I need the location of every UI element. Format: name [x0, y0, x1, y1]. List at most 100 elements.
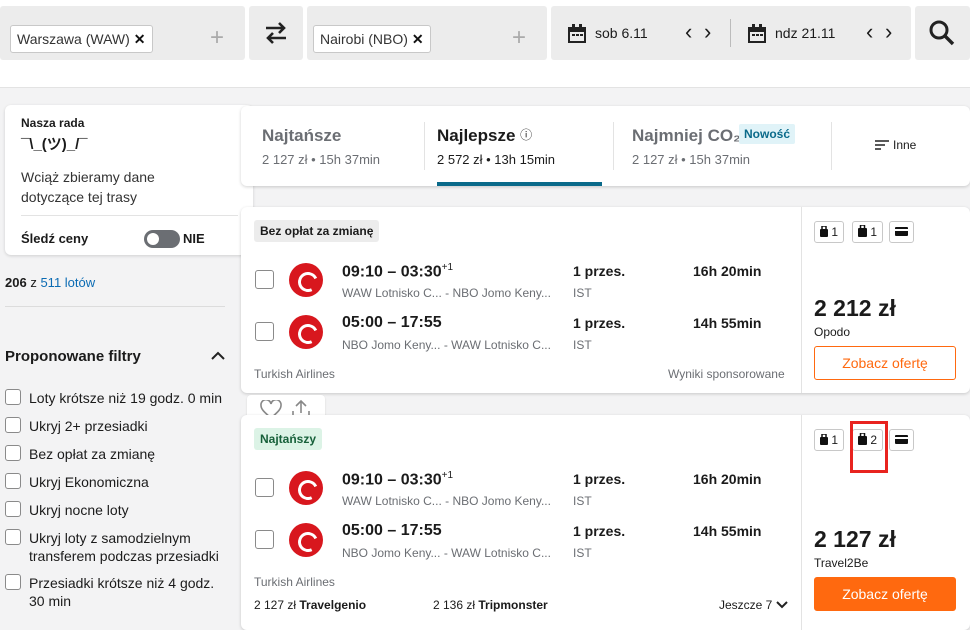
filter-checkbox[interactable] — [5, 529, 21, 545]
add-origin-icon[interactable]: + — [210, 24, 224, 52]
carry-on-badge: 1 — [852, 221, 884, 243]
compare-checkbox[interactable] — [255, 478, 274, 497]
results-shown: 206 — [5, 275, 27, 290]
personal-bag-icon — [820, 225, 828, 237]
price-panel-divider — [801, 415, 802, 630]
filter-checkbox[interactable] — [5, 389, 21, 405]
tab-subtitle: 2 127 zł • 15h 37min — [632, 152, 751, 167]
calendar-icon — [748, 24, 766, 43]
toggle-knob — [147, 233, 159, 245]
filter-checkbox[interactable] — [5, 501, 21, 517]
origin-field[interactable]: Warszawa (WAW) ✕ + — [0, 6, 245, 60]
depart-next-icon[interactable]: › — [704, 19, 711, 45]
view-offer-button[interactable]: Zobacz ofertę — [814, 346, 956, 380]
leg-airports: WAW Lotnisko C... - NBO Jomo Keny... — [342, 286, 551, 300]
tab-best[interactable]: Najlepsze ⓘ 2 572 zł • 13h 15min — [437, 106, 602, 186]
depart-prev-icon[interactable]: ‹ — [685, 19, 692, 45]
destination-field[interactable]: Nairobi (NBO) ✕ + — [307, 6, 547, 60]
chevron-up-icon[interactable] — [211, 351, 225, 361]
alt-offer[interactable]: 2 136 zł Tripmonster — [433, 598, 548, 612]
destination-chip: Nairobi (NBO) ✕ — [313, 25, 431, 53]
active-tab-underline — [437, 182, 602, 186]
turkish-airlines-logo — [289, 263, 323, 297]
alt-offer[interactable]: 2 127 zł Travelgenio — [254, 598, 366, 612]
carry-on-bag-icon — [858, 224, 867, 237]
more-sort-button[interactable]: Inne — [875, 138, 916, 152]
tab-divider — [613, 122, 614, 170]
leg-stops: 1 przes. — [573, 523, 626, 539]
remove-destination-icon[interactable]: ✕ — [412, 31, 424, 47]
leg-duration: 14h 55min — [693, 315, 762, 331]
leg-duration: 14h 55min — [693, 523, 762, 539]
result-card[interactable]: Bez opłat za zmianę 09:10 – 03:30+1 WAW … — [241, 207, 970, 393]
info-icon[interactable]: ⓘ — [520, 128, 532, 142]
filter-label: Ukryj 2+ przesiadki — [29, 418, 148, 434]
compare-checkbox[interactable] — [255, 270, 274, 289]
filter-checkbox[interactable] — [5, 417, 21, 433]
tab-title: Najlepsze ⓘ — [437, 126, 533, 145]
swap-icon — [266, 22, 286, 44]
compare-checkbox[interactable] — [255, 322, 274, 341]
advice-heading: Nasza rada — [21, 116, 85, 130]
leg-stops: 1 przes. — [573, 471, 626, 487]
return-date[interactable]: ndz 21.11 — [775, 25, 835, 41]
filter-label: Ukryj loty z samodzielnym transferem pod… — [29, 530, 219, 564]
remove-origin-icon[interactable]: ✕ — [134, 31, 146, 47]
leg-stop-code: IST — [573, 286, 592, 300]
airline-name: Turkish Airlines — [254, 367, 335, 381]
leg-airports: WAW Lotnisko C... - NBO Jomo Keny... — [342, 494, 551, 508]
leg-times: 09:10 – 03:30+1 — [342, 262, 454, 281]
sort-lines-icon — [875, 140, 889, 150]
turkish-airlines-logo — [289, 523, 323, 557]
date-field: sob 6.11 ‹ › ndz 21.11 ‹ › — [551, 6, 911, 60]
result-tag: Najtańszy — [254, 428, 323, 450]
swap-button[interactable] — [249, 6, 303, 60]
tab-least-co2[interactable]: Najmniej CO₂ Nowość 2 127 zł • 15h 37min — [632, 106, 832, 186]
destination-value: Nairobi (NBO) — [320, 31, 408, 47]
return-next-icon[interactable]: › — [885, 19, 892, 45]
track-prices-toggle[interactable] — [144, 230, 180, 248]
tab-title: Najtańsze — [262, 126, 342, 145]
tab-subtitle: 2 572 zł • 13h 15min — [437, 152, 556, 167]
origin-chip: Warszawa (WAW) ✕ — [10, 25, 153, 53]
tab-divider — [424, 122, 425, 170]
filter-label: Loty krótsze niż 19 godz. 0 min — [29, 390, 222, 406]
filter-checkbox[interactable] — [5, 445, 21, 461]
depart-date[interactable]: sob 6.11 — [595, 25, 648, 41]
origin-value: Warszawa (WAW) — [17, 31, 130, 47]
new-badge: Nowość — [739, 124, 796, 144]
sort-tabs: Najtańsze 2 127 zł • 15h 37min Najlepsze… — [241, 106, 970, 186]
compare-checkbox[interactable] — [255, 530, 274, 549]
chevron-down-icon — [775, 601, 788, 609]
results-total-link[interactable]: 511 lotów — [40, 275, 95, 290]
search-button[interactable] — [915, 6, 970, 60]
turkish-airlines-logo — [289, 315, 323, 349]
filter-label: Ukryj Ekonomiczna — [29, 474, 149, 490]
leg-stops: 1 przes. — [573, 263, 626, 279]
highlight-box — [850, 421, 888, 473]
result-card[interactable]: Najtańszy 09:10 – 03:30+1 WAW Lotnisko C… — [241, 415, 970, 630]
fare-badge — [889, 221, 914, 243]
tab-cheapest[interactable]: Najtańsze 2 127 zł • 15h 37min — [262, 106, 432, 186]
fare-badge — [889, 429, 914, 451]
filters-heading[interactable]: Proponowane filtry — [5, 348, 141, 365]
card-icon — [895, 227, 908, 236]
result-provider: Travel2Be — [814, 556, 869, 570]
filter-checkbox[interactable] — [5, 473, 21, 489]
tab-title: Najmniej CO₂ — [632, 126, 741, 145]
more-offers-link[interactable]: Jeszcze 7 — [719, 598, 788, 612]
result-price: 2 212 zł — [814, 295, 896, 321]
card-icon — [895, 435, 908, 444]
result-tag: Bez opłat za zmianę — [254, 220, 380, 242]
add-destination-icon[interactable]: + — [512, 24, 526, 52]
return-prev-icon[interactable]: ‹ — [866, 19, 873, 45]
personal-bag-icon — [820, 433, 828, 445]
filter-label: Przesiadki krótsze niż 4 godz. 30 min — [29, 575, 215, 609]
advice-shrug: ¯\_(ツ)_/¯ — [21, 136, 88, 153]
filter-checkbox[interactable] — [5, 574, 21, 590]
leg-duration: 16h 20min — [693, 263, 762, 279]
result-provider: Opodo — [814, 325, 851, 339]
sponsored-note: Wyniki sponsorowane — [668, 367, 785, 381]
view-offer-button[interactable]: Zobacz ofertę — [814, 577, 956, 611]
leg-duration: 16h 20min — [693, 471, 762, 487]
